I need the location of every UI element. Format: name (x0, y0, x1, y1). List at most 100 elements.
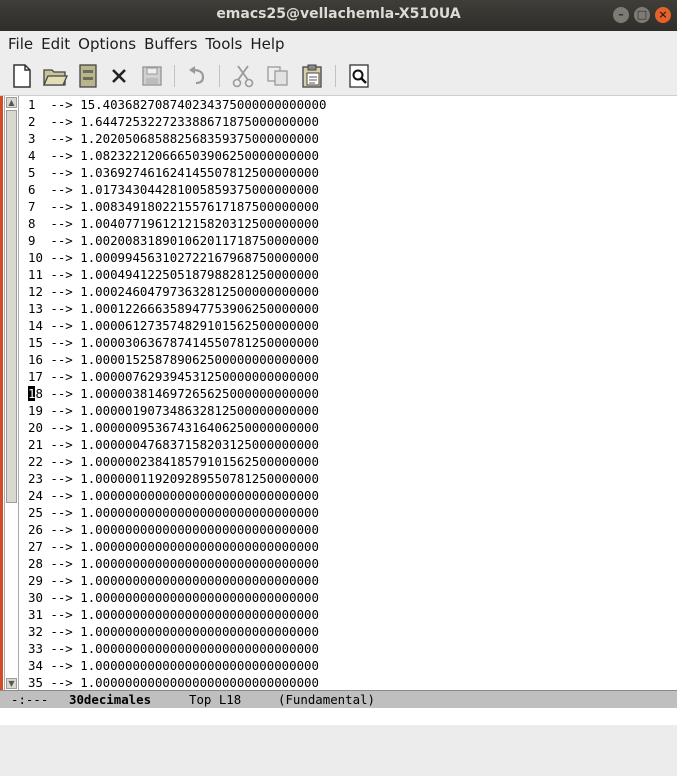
buffer-line[interactable]: 4 --> 1.082322120666503906250000000000 (28, 147, 326, 164)
minimize-button[interactable]: – (613, 7, 629, 23)
menu-options[interactable]: Options (74, 31, 140, 53)
arrow-text: --> (42, 352, 81, 367)
left-fringe (0, 96, 3, 725)
arrow-text: --> (42, 403, 81, 418)
save-icon[interactable] (139, 63, 165, 89)
menu-help[interactable]: Help (246, 31, 288, 53)
line-value: 1.000000000000000000000000000000 (80, 641, 319, 656)
buffer-line[interactable]: 30 --> 1.000000000000000000000000000000 (28, 589, 326, 606)
buffer-line[interactable]: 14 --> 1.000061273574829101562500000000 (28, 317, 326, 334)
arrow-text: --> (42, 250, 81, 265)
buffer-line[interactable]: 20 --> 1.000000953674316406250000000000 (28, 419, 326, 436)
buffer-line[interactable]: 26 --> 1.000000000000000000000000000000 (28, 521, 326, 538)
buffer-line[interactable]: 1 --> 15.403682708740234375000000000000 (28, 96, 326, 113)
buffer-line[interactable]: 5 --> 1.036927461624145507812500000000 (28, 164, 326, 181)
buffer-line[interactable]: 35 --> 1.000000000000000000000000000000 (28, 674, 326, 691)
line-value: 1.644725322723388671875000000000 (80, 114, 319, 129)
line-number: 13 (28, 301, 43, 316)
arrow-text: --> (42, 624, 81, 639)
buffer-line[interactable]: 10 --> 1.000994563102722167968750000000 (28, 249, 326, 266)
arrow-text: --> (42, 573, 81, 588)
menu-tools[interactable]: Tools (201, 31, 246, 53)
buffer-line[interactable]: 19 --> 1.000001907348632812500000000000 (28, 402, 326, 419)
open-folder-icon[interactable] (42, 63, 68, 89)
arrow-text: --> (42, 233, 81, 248)
buffer-line[interactable]: 7 --> 1.008349180221557617187500000000 (28, 198, 326, 215)
menu-buffers[interactable]: Buffers (140, 31, 201, 53)
arrow-text: --> (42, 267, 81, 282)
text-cursor: 1 (28, 386, 36, 401)
arrow-text: --> (42, 148, 81, 163)
buffer-line[interactable]: 27 --> 1.000000000000000000000000000000 (28, 538, 326, 555)
buffer-line[interactable]: 28 --> 1.000000000000000000000000000000 (28, 555, 326, 572)
line-number: 29 (28, 573, 43, 588)
line-value: 1.000000000000000000000000000000 (80, 658, 319, 673)
close-window-button[interactable]: × (655, 7, 671, 23)
line-number: 2 (28, 114, 43, 129)
modeline-status: -:--- (11, 692, 49, 707)
line-value: 1.000000000000000000000000000000 (80, 573, 319, 588)
modeline-mode[interactable]: (Fundamental) (278, 691, 375, 708)
buffer-line[interactable]: 3 --> 1.202050685882568359375000000000 (28, 130, 326, 147)
buffer-line[interactable]: 18 --> 1.000003814697265625000000000000 (28, 385, 326, 402)
paste-icon[interactable] (299, 63, 325, 89)
buffer-text[interactable]: 1 --> 15.403682708740234375000000000000 2… (28, 96, 326, 691)
vertical-scrollbar[interactable]: ▲ ▼ (4, 96, 19, 690)
line-value: 1.000000000000000000000000000000 (80, 624, 319, 639)
line-number: 14 (28, 318, 43, 333)
line-value: 1.000122666358947753906250000000 (80, 301, 319, 316)
line-number: 25 (28, 505, 43, 520)
arrow-text: --> (42, 335, 81, 350)
cut-icon[interactable] (230, 63, 256, 89)
buffer-line[interactable]: 11 --> 1.000494122505187988281250000000 (28, 266, 326, 283)
buffer-line[interactable]: 17 --> 1.000007629394531250000000000000 (28, 368, 326, 385)
minibuffer[interactable] (0, 708, 677, 725)
buffer-line[interactable]: 24 --> 1.000000000000000000000000000000 (28, 487, 326, 504)
modeline-buffer-name[interactable]: 30decimales (69, 691, 151, 708)
line-number: 34 (28, 658, 43, 673)
buffer-line[interactable]: 29 --> 1.000000000000000000000000000000 (28, 572, 326, 589)
buffer-line[interactable]: 23 --> 1.000000119209289550781250000000 (28, 470, 326, 487)
buffer-line[interactable]: 6 --> 1.017343044281005859375000000000 (28, 181, 326, 198)
scroll-down-icon[interactable]: ▼ (6, 678, 17, 689)
line-number: 4 (28, 148, 43, 163)
line-value: 1.036927461624145507812500000000 (80, 165, 319, 180)
buffer-line[interactable]: 21 --> 1.000000476837158203125000000000 (28, 436, 326, 453)
line-value: 1.000061273574829101562500000000 (80, 318, 319, 333)
buffer-line[interactable]: 34 --> 1.000000000000000000000000000000 (28, 657, 326, 674)
search-icon[interactable] (346, 63, 372, 89)
buffer-line[interactable]: 32 --> 1.000000000000000000000000000000 (28, 623, 326, 640)
menu-file[interactable]: File (4, 31, 37, 53)
modeline: -:--- 30decimales Top L18 (Fundamental) (0, 690, 677, 708)
arrow-text: --> (42, 386, 81, 401)
line-number: 30 (28, 590, 43, 605)
buffer-line[interactable]: 13 --> 1.000122666358947753906250000000 (28, 300, 326, 317)
buffer-line[interactable]: 16 --> 1.000015258789062500000000000000 (28, 351, 326, 368)
menu-edit[interactable]: Edit (37, 31, 74, 53)
line-value: 1.000494122505187988281250000000 (80, 267, 319, 282)
buffer-line[interactable]: 15 --> 1.000030636787414550781250000000 (28, 334, 326, 351)
new-file-icon[interactable] (9, 63, 35, 89)
line-number: 19 (28, 403, 43, 418)
buffer-line[interactable]: 33 --> 1.000000000000000000000000000000 (28, 640, 326, 657)
window-titlebar: emacs25@vellachemla-X510UA – □ × (0, 0, 677, 31)
scrollbar-thumb[interactable] (6, 110, 17, 503)
line-number: 10 (28, 250, 43, 265)
line-value: 1.000000000000000000000000000000 (80, 488, 319, 503)
line-number: 7 (28, 199, 43, 214)
close-buffer-icon[interactable] (106, 63, 132, 89)
scroll-up-icon[interactable]: ▲ (6, 97, 17, 108)
dired-icon[interactable] (75, 63, 101, 89)
undo-icon[interactable] (185, 63, 211, 89)
buffer-line[interactable]: 25 --> 1.000000000000000000000000000000 (28, 504, 326, 521)
line-value: 1.000000000000000000000000000000 (80, 675, 319, 690)
copy-icon[interactable] (265, 63, 291, 89)
buffer-line[interactable]: 12 --> 1.000246047973632812500000000000 (28, 283, 326, 300)
buffer-line[interactable]: 9 --> 1.002008318901062011718750000000 (28, 232, 326, 249)
maximize-button[interactable]: □ (634, 7, 650, 23)
buffer-line[interactable]: 22 --> 1.000000238418579101562500000000 (28, 453, 326, 470)
buffer-line[interactable]: 2 --> 1.644725322723388671875000000000 (28, 113, 326, 130)
buffer-line[interactable]: 8 --> 1.004077196121215820312500000000 (28, 215, 326, 232)
buffer-line[interactable]: 31 --> 1.000000000000000000000000000000 (28, 606, 326, 623)
line-value: 1.000030636787414550781250000000 (80, 335, 319, 350)
